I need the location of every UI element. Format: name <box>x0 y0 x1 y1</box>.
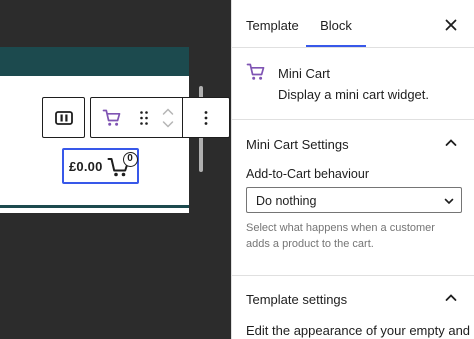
drag-handle-icon <box>139 110 148 125</box>
block-parent-icon <box>54 110 73 125</box>
select-parent-button[interactable] <box>42 97 85 138</box>
chevron-down-icon <box>444 198 454 205</box>
move-up-icon <box>163 107 174 115</box>
template-settings-panel-toggle[interactable]: Template settings <box>232 276 474 320</box>
cart-icon <box>246 63 265 80</box>
block-description: Display a mini cart widget. <box>278 87 429 102</box>
separator-line <box>0 205 189 208</box>
options-button[interactable] <box>183 98 229 137</box>
editor-canvas: £0.00 0 <box>0 0 231 339</box>
cart-count-badge: 0 <box>122 152 138 167</box>
tab-block[interactable]: Block <box>306 0 366 48</box>
move-down-icon <box>163 120 174 128</box>
drag-handle[interactable] <box>133 98 155 137</box>
mini-cart-block[interactable]: £0.00 0 <box>62 148 139 184</box>
close-sidebar-button[interactable] <box>442 16 460 34</box>
move-arrows <box>163 107 174 128</box>
move-buttons[interactable] <box>155 98 183 137</box>
close-icon <box>445 19 457 31</box>
add-to-cart-behaviour-select[interactable]: Do nothing <box>246 187 462 213</box>
block-card: Mini Cart Display a mini cart widget. <box>232 48 474 120</box>
chevron-up-icon <box>445 294 457 301</box>
help-text: Select what happens when a customer adds… <box>246 222 435 250</box>
block-type-button[interactable] <box>91 98 133 137</box>
block-toolbar <box>90 97 230 138</box>
header-band <box>0 47 189 76</box>
panel-title: Mini Cart Settings <box>246 137 349 152</box>
chevron-up-icon <box>445 139 457 146</box>
cart-icon <box>102 109 121 126</box>
mini-cart-settings-panel-toggle[interactable]: Mini Cart Settings <box>232 121 474 165</box>
template-settings-text: Edit the appearance of your empty and <box>246 323 471 338</box>
settings-sidebar: Template Block Mini Cart Display a mini … <box>231 0 474 339</box>
tab-template[interactable]: Template <box>246 0 299 48</box>
add-to-cart-label: Add-to-Cart behaviour <box>246 167 369 181</box>
active-tab-indicator <box>306 45 366 47</box>
cart-icon-with-badge: 0 <box>107 152 138 179</box>
more-options-icon <box>204 110 208 125</box>
panel-title: Template settings <box>246 292 348 307</box>
cart-total: £0.00 <box>69 158 103 174</box>
select-value: Do nothing <box>256 194 317 208</box>
sidebar-tabs: Template Block <box>232 0 474 48</box>
block-title: Mini Cart <box>278 66 331 81</box>
